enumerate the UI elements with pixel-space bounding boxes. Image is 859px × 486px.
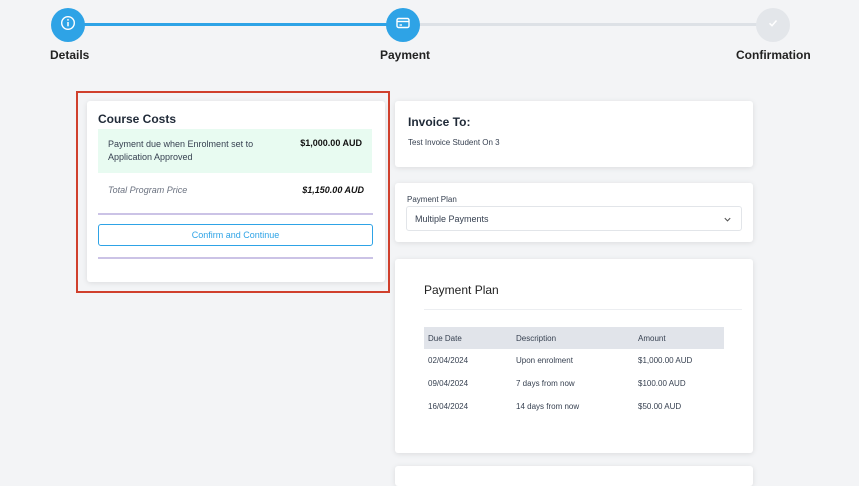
divider — [424, 309, 742, 310]
highlight-box — [76, 91, 390, 293]
info-icon — [60, 15, 76, 36]
payment-plan-select[interactable]: Multiple Payments — [406, 206, 742, 231]
payment-plan-label: Payment Plan — [407, 195, 457, 204]
step-payment[interactable] — [386, 8, 420, 42]
table-header-row: Due Date Description Amount — [424, 327, 724, 349]
step-details-label: Details — [50, 48, 90, 62]
step-confirmation-label: Confirmation — [736, 48, 811, 62]
payment-plan-value: Multiple Payments — [415, 214, 489, 224]
column-header-description: Description — [512, 327, 634, 349]
payment-plan-select-card: Payment Plan Multiple Payments — [395, 183, 753, 242]
due-date-cell: 16/04/2024 — [428, 402, 469, 411]
column-header-amount: Amount — [634, 327, 724, 349]
description-cell: 14 days from now — [516, 402, 580, 411]
column-header-due-date: Due Date — [424, 327, 512, 349]
step-confirmation[interactable] — [756, 8, 790, 42]
payment-plan-title: Payment Plan — [424, 283, 499, 297]
next-card — [395, 466, 753, 486]
table-row: 02/04/2024 Upon enrolment $1,000.00 AUD — [424, 349, 724, 372]
due-date-cell: 09/04/2024 — [428, 379, 469, 388]
invoice-to-name: Test Invoice Student On 3 — [408, 138, 500, 147]
invoice-to-title: Invoice To: — [408, 115, 471, 129]
invoice-to-card: Invoice To: Test Invoice Student On 3 — [395, 101, 753, 167]
table-row: 16/04/2024 14 days from now $50.00 AUD — [424, 395, 724, 418]
description-cell: 7 days from now — [516, 379, 575, 388]
description-cell: Upon enrolment — [516, 356, 573, 365]
step-payment-label: Payment — [380, 48, 431, 62]
due-date-cell: 02/04/2024 — [428, 356, 469, 365]
amount-cell: $1,000.00 AUD — [638, 356, 693, 365]
amount-cell: $100.00 AUD — [638, 379, 686, 388]
check-icon — [766, 16, 780, 35]
credit-card-icon — [395, 15, 411, 36]
table-row: 09/04/2024 7 days from now $100.00 AUD — [424, 372, 724, 395]
payment-plan-card: Payment Plan Due Date Description Amount… — [395, 259, 753, 453]
amount-cell: $50.00 AUD — [638, 402, 682, 411]
stepper-progress-remaining — [403, 23, 773, 26]
stepper-progress-complete — [68, 23, 403, 26]
payment-plan-table: Due Date Description Amount 02/04/2024 U… — [424, 327, 724, 418]
chevron-down-icon — [723, 215, 732, 226]
step-details[interactable] — [51, 8, 85, 42]
